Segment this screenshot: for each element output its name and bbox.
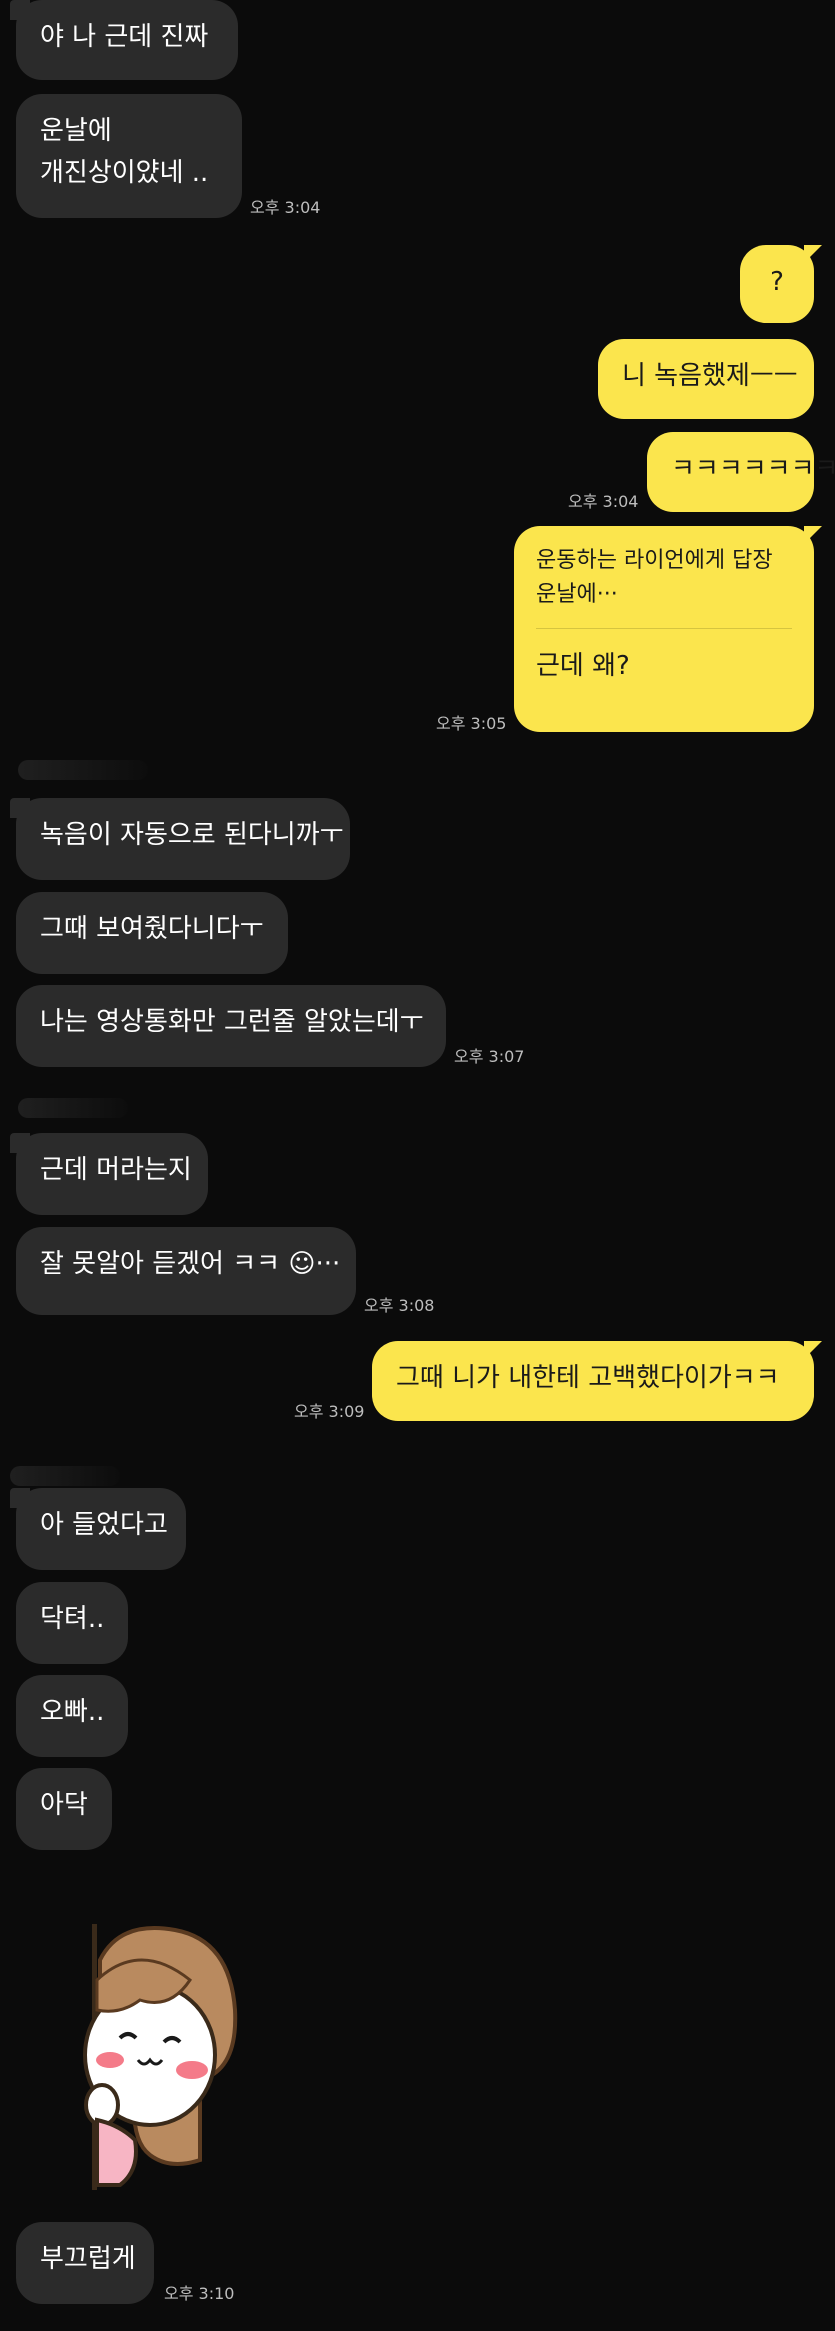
sender-name-redacted: [10, 1466, 120, 1486]
message-text: 아닥: [40, 1790, 88, 1820]
message-text: 잘 못알아 듣겠어 ㅋㅋ ☺︎···: [40, 1249, 341, 1279]
message-text: 근데 왜?: [536, 651, 630, 681]
message-bubble-incoming[interactable]: 아 들었다고: [10, 1488, 186, 1570]
message-text: 아 들었다고: [40, 1510, 168, 1540]
reply-divider: [536, 628, 792, 629]
message-bubble-incoming[interactable]: 부끄럽게: [16, 2222, 154, 2304]
message-timestamp: 오후 3:05: [436, 714, 507, 733]
reply-bubble-outgoing[interactable]: 운동하는 라이언에게 답장 운날에··· 근데 왜?: [514, 526, 822, 732]
message-text: 부끄럽게: [40, 2244, 136, 2274]
message-bubble-incoming[interactable]: 닥텨..: [16, 1582, 128, 1664]
sticker-drawing: [83, 1924, 238, 2190]
message-timestamp: 오후 3:04: [568, 492, 639, 511]
message-timestamp: 오후 3:08: [364, 1296, 435, 1315]
message-bubble-outgoing[interactable]: 니 녹음했제ㅡㅡ: [598, 339, 814, 419]
message-bubble-incoming[interactable]: 그때 보여줬다니다ㅜ: [16, 892, 288, 974]
message-timestamp: 오후 3:04: [250, 198, 321, 217]
sender-name-redacted: [18, 1098, 128, 1118]
message-text: 닥텨..: [40, 1604, 105, 1634]
message-bubble-incoming[interactable]: 녹음이 자동으로 된다니까ㅜ: [10, 798, 350, 880]
message-bubble-incoming[interactable]: 나는 영상통화만 그런줄 알았는데ㅜ: [16, 985, 446, 1067]
message-bubble-incoming[interactable]: 오빠..: [16, 1675, 128, 1757]
message-text: ㅋㅋㅋㅋㅋㅋㅋ: [671, 454, 835, 484]
message-bubble-incoming[interactable]: 운날에 개진상이얐네 ..: [16, 94, 242, 218]
message-text: 야 나 근데 진짜: [40, 22, 209, 52]
sender-name-redacted: [18, 760, 148, 780]
message-timestamp: 오후 3:09: [294, 1402, 365, 1421]
message-text: 오빠..: [40, 1697, 105, 1727]
message-text: 근데 머라는지: [40, 1155, 192, 1185]
message-text: 나는 영상통화만 그런줄 알았는데ㅜ: [40, 1007, 424, 1037]
message-text: 녹음이 자동으로 된다니까ㅜ: [40, 820, 344, 850]
message-text: 그때 니가 내한테 고백했다이가ㅋㅋ: [396, 1363, 780, 1393]
message-bubble-outgoing[interactable]: ㅋㅋㅋㅋㅋㅋㅋ: [647, 432, 835, 512]
message-text: 니 녹음했제ㅡㅡ: [622, 361, 798, 391]
message-text: 그때 보여줬다니다ㅜ: [40, 914, 264, 944]
reply-quote-title: 운동하는 라이언에게 답장: [536, 548, 773, 573]
message-timestamp: 오후 3:07: [454, 1047, 525, 1066]
message-bubble-incoming[interactable]: 잘 못알아 듣겠어 ㅋㅋ ☺︎···: [16, 1227, 356, 1315]
message-text: ?: [770, 267, 784, 297]
reply-quote-text: 운날에···: [536, 582, 618, 607]
message-bubble-incoming[interactable]: 아닥: [16, 1768, 112, 1850]
message-bubble-incoming[interactable]: 근데 머라는지: [10, 1133, 208, 1215]
message-bubble-outgoing[interactable]: ?: [740, 245, 822, 323]
message-text: 개진상이얐네 ..: [40, 158, 209, 188]
shy-girl-sticker-icon[interactable]: [80, 1920, 250, 2196]
message-timestamp: 오후 3:10: [164, 2284, 235, 2303]
message-bubble-outgoing[interactable]: 그때 니가 내한테 고백했다이가ㅋㅋ: [372, 1341, 822, 1421]
message-bubble-incoming[interactable]: 야 나 근데 진짜: [10, 0, 238, 80]
message-text: 운날에: [40, 116, 112, 146]
